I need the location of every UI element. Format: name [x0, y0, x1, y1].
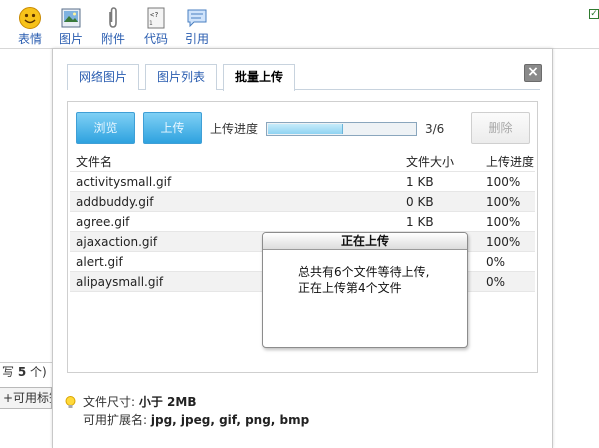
svg-text:1: 1 [149, 20, 153, 27]
lightbulb-icon [65, 396, 76, 408]
popup-title: 正在上传 [263, 233, 467, 250]
table-row[interactable]: agree.gif 1 KB 100% [70, 212, 535, 232]
tab-web-image[interactable]: 网络图片 [67, 64, 140, 90]
svg-text:<?: <? [150, 11, 158, 19]
popup-line: 总共有6个文件等待上传, [298, 265, 430, 279]
tag-bar[interactable]: +可用标签 [0, 387, 52, 409]
progress-count: 3/6 [425, 122, 445, 136]
toolbar-label: 引用 [184, 32, 209, 46]
toolbar-attachment-button[interactable]: 附件 [95, 6, 131, 46]
toolbar-label: 表情 [17, 32, 42, 46]
toolbar-label: 图片 [58, 32, 83, 46]
size-value: 小于 2MB [138, 395, 197, 409]
count-prefix: 写 [2, 365, 15, 379]
picture-icon [61, 8, 81, 28]
file-progress: 100% [486, 235, 521, 249]
tab-image-list[interactable]: 图片列表 [145, 64, 218, 90]
editor-toolbar: 表情 图片 附件 <? 1 代码 引用 ✓ [0, 0, 599, 48]
toolbar-label: 附件 [100, 32, 125, 46]
divider [0, 48, 52, 49]
file-name: agree.gif [76, 215, 130, 229]
file-info: 文件尺寸: 小于 2MB 可用扩展名: jpg, jpeg, gif, png,… [65, 393, 309, 429]
quote-icon [187, 9, 207, 28]
header-name: 文件名 [76, 155, 113, 169]
close-button[interactable]: × [524, 64, 542, 82]
header-size: 文件大小 [406, 155, 455, 169]
toolbar-quote-button[interactable]: 引用 [179, 6, 215, 46]
file-size: 1 KB [406, 215, 434, 229]
ext-value: jpg, jpeg, gif, png, bmp [150, 413, 310, 427]
extensions-row: 可用扩展名: jpg, jpeg, gif, png, bmp [65, 411, 309, 429]
file-progress: 100% [486, 175, 521, 189]
smiley-icon [19, 7, 41, 29]
file-progress: 0% [486, 275, 506, 289]
toolbar-picture-button[interactable]: 图片 [53, 6, 89, 46]
progress-fill [268, 124, 343, 134]
divider [553, 48, 599, 49]
file-name: ajaxaction.gif [76, 235, 158, 249]
ext-label: 可用扩展名: [83, 413, 148, 427]
checkbox[interactable]: ✓ [589, 9, 599, 19]
table-header: 文件名 文件大小 上传进度 [70, 152, 535, 172]
uploading-popup: 正在上传 总共有6个文件等待上传, 正在上传第4个文件 [262, 232, 468, 348]
table-row[interactable]: activitysmall.gif 1 KB 100% [70, 172, 535, 192]
progress-label: 上传进度 [210, 122, 259, 136]
toolbar-label: 代码 [143, 32, 168, 46]
file-progress: 0% [486, 255, 506, 269]
count-number: 5 [17, 365, 27, 379]
file-size: 1 KB [406, 175, 434, 189]
char-count-text: 写 5 个) [0, 362, 52, 382]
file-name: activitysmall.gif [76, 175, 172, 189]
file-size: 0 KB [406, 195, 434, 209]
file-name: alert.gif [76, 255, 123, 269]
size-label: 文件尺寸: [83, 395, 136, 409]
delete-button[interactable]: 删除 [471, 112, 530, 144]
file-name: addbuddy.gif [76, 195, 154, 209]
popup-line: 正在上传第4个文件 [298, 281, 402, 295]
toolbar-code-button[interactable]: <? 1 代码 [138, 6, 174, 46]
file-progress: 100% [486, 195, 521, 209]
popup-message: 总共有6个文件等待上传, 正在上传第4个文件 [298, 264, 429, 296]
browse-button[interactable]: 浏览 [76, 112, 135, 144]
upload-progress-bar [266, 122, 417, 136]
code-icon: <? 1 [147, 7, 165, 29]
header-progress: 上传进度 [486, 155, 535, 169]
upload-button[interactable]: 上传 [143, 112, 202, 144]
file-name: alipaysmall.gif [76, 275, 164, 289]
toolbar-smiley-button[interactable]: 表情 [12, 6, 48, 46]
paperclip-icon [109, 7, 117, 28]
tab-batch-upload[interactable]: 批量上传 [223, 64, 296, 91]
dialog-tabs: 网络图片 图片列表 批量上传 [67, 62, 540, 91]
count-suffix: 个) [30, 365, 47, 379]
size-limit-row: 文件尺寸: 小于 2MB [65, 393, 309, 411]
file-progress: 100% [486, 215, 521, 229]
table-row[interactable]: addbuddy.gif 0 KB 100% [70, 192, 535, 212]
